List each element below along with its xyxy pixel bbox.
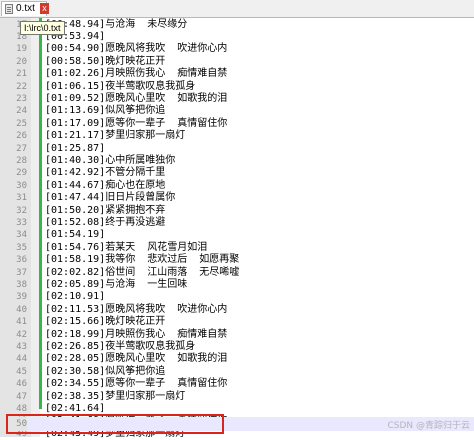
line-text[interactable]: [02:30.58]似风筝把你追 [45,366,165,378]
line-number: 22 [16,81,27,92]
line-number: 32 [16,205,27,216]
line-number: 19 [16,44,27,55]
editor-line[interactable]: 44 [02:28.05]愿晚风心里吹 如歌我的泪 [0,353,474,365]
line-number: 42 [16,329,27,340]
line-text[interactable]: [01:06.15]夜半莺歌叹息我孤身 [45,81,195,93]
editor-line[interactable]: 46 [02:34.55]愿等你一辈子 真情留住你 [0,378,474,390]
line-number: 30 [16,180,27,191]
line-number: 28 [16,155,27,166]
editor-line[interactable]: 32 [01:50.20]紧紧拥抱不弃 [0,205,474,217]
line-text[interactable]: [02:34.55]愿等你一辈子 真情留住你 [45,378,227,390]
editor-line[interactable]: 36 [01:58.19]我等你 悲欢过后 如愿再聚 [0,254,474,266]
line-number: 38 [16,279,27,290]
line-text[interactable]: [02:28.05]愿晚风心里吹 如歌我的泪 [45,353,227,365]
editor-line[interactable]: 23 [01:09.52]愿晚风心里吹 如歌我的泪 [0,93,474,105]
line-text[interactable]: [01:09.52]愿晚风心里吹 如歌我的泪 [45,93,227,105]
line-text[interactable]: [01:44.67]痴心也在原地 [45,180,165,192]
editor-line[interactable]: 47 [02:38.35]梦里归家那一扇灯 [0,391,474,403]
editor-line[interactable]: 27 [01:25.87] [0,143,474,155]
line-number: 26 [16,131,27,142]
line-text[interactable]: [02:11.53]愿晚风将我吹 吹进你心内 [45,304,227,316]
line-text[interactable]: [01:13.69]似风筝把你追 [45,105,165,117]
line-text[interactable]: [01:58.19]我等你 悲欢过后 如愿再聚 [45,254,239,266]
line-number: 43 [16,341,27,352]
editor-line[interactable]: 35 [01:54.76]若某天 风花雪月如泪 [0,242,474,254]
editor-line[interactable]: 38 [02:05.89]与沧海 一生回味 [0,279,474,291]
line-text[interactable]: [01:54.76]若某天 风花雪月如泪 [45,242,207,254]
line-number: 37 [16,267,27,278]
line-text[interactable]: [01:25.87] [45,143,105,155]
editor-line[interactable]: 25 [01:17.09]愿等你一辈子 真情留住你 [0,118,474,130]
editor-line[interactable]: 41 [02:15.66]晚灯映花正开 [0,316,474,328]
editor-line[interactable]: 18 [00:53.94] [0,31,474,43]
editor-line[interactable]: 21 [01:02.26]月映照伤我心 痴情难自禁 [0,68,474,80]
line-text[interactable]: [00:54.90]愿晚风将我吹 吹进你心内 [45,43,227,55]
editor[interactable]: 17[00:48.94]与沧海 未尽缘分18[00:53.94]19 [00:54… [0,18,474,439]
editor-line[interactable]: 28 [01:40.30]心中所属唯独你 [0,155,474,167]
line-number: 45 [16,366,27,377]
editor-line[interactable]: 17[00:48.94]与沧海 未尽缘分 [0,19,474,31]
file-path-tooltip: I:\lrc\0.txt [20,21,65,35]
close-icon[interactable]: x [40,3,49,14]
line-text[interactable]: [00:58.50]晚灯映花正开 [45,56,165,68]
line-number: 31 [16,193,27,204]
line-text[interactable]: [01:42.92]不管分隔千里 [45,167,165,179]
editor-line[interactable]: 22 [01:06.15]夜半莺歌叹息我孤身 [0,81,474,93]
line-number: 39 [16,292,27,303]
editor-line[interactable]: 39 [02:10.91] [0,291,474,303]
line-number: 20 [16,56,27,67]
watermark: CSDN @青踪归于云 [387,421,470,431]
editor-line[interactable]: 30 [01:44.67]痴心也在原地 [0,180,474,192]
editor-line[interactable]: 37 [02:02.82]俗世间 江山雨落 无尽唏嘘 [0,267,474,279]
line-text[interactable]: [02:02.82]俗世间 江山雨落 无尽唏嘘 [45,267,239,279]
line-text[interactable]: [01:47.44]旧日片段曾属你 [45,192,175,204]
line-text[interactable]: [02:18.99]月映照伤我心 痴情难自禁 [45,329,227,341]
line-number: 34 [16,230,27,241]
line-number: 41 [16,317,27,328]
line-number: 24 [16,106,27,117]
line-number: 44 [16,354,27,365]
line-number: 33 [16,217,27,228]
editor-line[interactable]: 40 [02:11.53]愿晚风将我吹 吹进你心内 [0,304,474,316]
line-text[interactable]: [02:15.66]晚灯映花正开 [45,316,165,328]
line-number: 46 [16,379,27,390]
editor-line[interactable]: 24 [01:13.69]似风筝把你追 [0,105,474,117]
line-text[interactable]: [02:38.35]梦里归家那一扇灯 [45,391,185,403]
editor-line[interactable]: 33 [01:52.08]终于再没逃避 [0,217,474,229]
line-text[interactable]: [01:54.19] [45,229,105,241]
line-text[interactable]: [01:40.30]心中所属唯独你 [45,155,175,167]
line-number: 36 [16,255,27,266]
line-text[interactable]: [02:05.89]与沧海 一生回味 [45,279,187,291]
line-text[interactable]: [01:50.20]紧紧拥抱不弃 [45,205,165,217]
editor-line[interactable]: 19 [00:54.90]愿晚风将我吹 吹进你心内 [0,43,474,55]
line-text[interactable]: [01:52.08]终于再没逃避 [45,217,165,229]
line-text[interactable]: [00:48.94]与沧海 未尽缘分 [45,19,187,31]
line-number: 23 [16,93,27,104]
editor-line[interactable]: 31 [01:47.44]旧日片段曾属你 [0,192,474,204]
line-text[interactable]: [02:26.85]夜半莺歌叹息我孤身 [45,341,195,353]
line-number: 27 [16,143,27,154]
editor-line[interactable]: 20 [00:58.50]晚灯映花正开 [0,56,474,68]
line-number: 21 [16,69,27,80]
editor-line[interactable]: 45 [02:30.58]似风筝把你追 [0,366,474,378]
line-number: 35 [16,242,27,253]
line-text[interactable]: [01:21.17]梦里归家那一扇灯 [45,130,185,142]
line-text[interactable]: [01:02.26]月映照伤我心 痴情难自禁 [45,68,227,80]
file-icon [5,4,13,14]
editor-line[interactable]: 26 [01:21.17]梦里归家那一扇灯 [0,130,474,142]
editor-line[interactable]: 42 [02:18.99]月映照伤我心 痴情难自禁 [0,329,474,341]
editor-line[interactable]: 29 [01:42.92]不管分隔千里 [0,167,474,179]
tab-0-txt[interactable]: 0.txt x [1,1,49,16]
line-text[interactable]: [02:10.91] [45,291,105,303]
line-number: 47 [16,391,27,402]
line-number: 29 [16,168,27,179]
highlight-annotation [6,414,224,434]
line-number: 40 [16,304,27,315]
line-text[interactable]: [01:17.09]愿等你一辈子 真情留住你 [45,118,227,130]
tab-label: 0.txt [16,3,35,14]
editor-line[interactable]: 34 [01:54.19] [0,229,474,241]
line-number: 25 [16,118,27,129]
editor-line[interactable]: 43 [02:26.85]夜半莺歌叹息我孤身 [0,341,474,353]
tab-bar: 0.txt x [0,0,474,18]
